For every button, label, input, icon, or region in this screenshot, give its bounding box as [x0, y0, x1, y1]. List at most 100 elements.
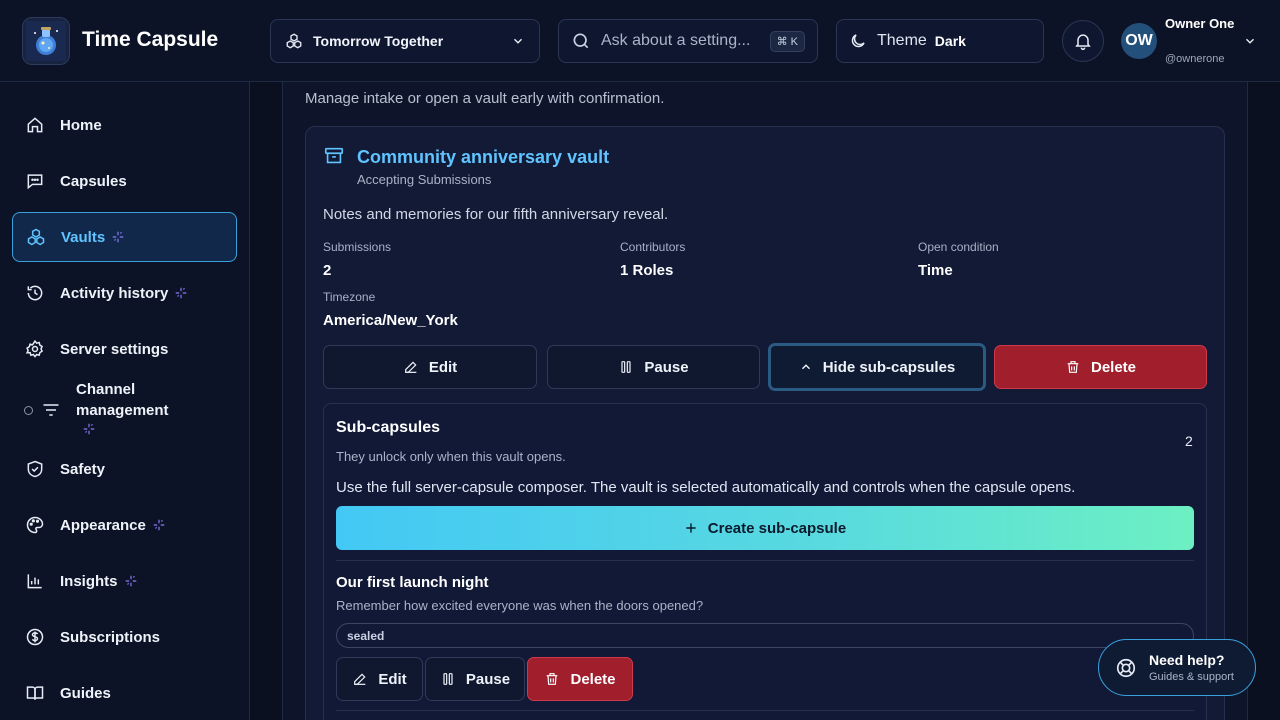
avatar[interactable]: OW	[1121, 23, 1157, 59]
sub-capsule-title: Our first launch night	[336, 574, 489, 591]
pencil-icon	[354, 673, 366, 685]
need-help-button[interactable]: Need help? Guides & support	[1098, 639, 1256, 696]
filter-lines-icon	[40, 399, 62, 421]
search-shortcut: ⌘ K	[769, 30, 805, 52]
sidebar-item-activity-history[interactable]: Activity history	[12, 268, 237, 318]
search-placeholder: Ask about a setting...	[601, 32, 751, 49]
home-icon	[24, 114, 46, 136]
collapse-dot-icon	[24, 405, 33, 415]
bell-icon	[1075, 34, 1091, 51]
button-label: Delete	[570, 670, 616, 688]
sidebar-item-server-settings[interactable]: Server settings	[12, 324, 237, 374]
sidebar-item-insights[interactable]: Insights	[12, 556, 237, 606]
theme-value: Dark	[934, 33, 966, 49]
server-select[interactable]: Tomorrow Together	[270, 19, 540, 63]
shield-check-icon	[24, 458, 46, 480]
sub-capsule-description: Remember how excited everyone was when t…	[336, 598, 704, 613]
sparkle-icon	[152, 518, 166, 532]
settings-search[interactable]: Ask about a setting... ⌘ K	[558, 19, 818, 63]
user-handle: @ownerone	[1165, 53, 1225, 65]
user-name[interactable]: Owner One	[1165, 14, 1235, 33]
button-label: Pause	[644, 358, 689, 376]
trash-icon	[547, 673, 558, 685]
sidebar-item-label: Subscriptions	[60, 628, 161, 646]
gear-icon	[24, 338, 46, 360]
open-condition-label: Open condition	[918, 240, 999, 254]
sub-capsules-title: Sub-capsules	[336, 419, 441, 436]
archive-icon	[323, 145, 345, 172]
timezone-label: Timezone	[323, 290, 376, 304]
delete-sub-capsule-button[interactable]: Delete	[527, 657, 633, 701]
divider	[336, 710, 1194, 711]
submissions-value: 2	[323, 262, 332, 279]
chevron-down-icon	[514, 38, 522, 44]
pause-icon	[621, 361, 631, 373]
sidebar-item-vaults[interactable]: Vaults	[12, 212, 237, 262]
sidebar-item-appearance[interactable]: Appearance	[12, 500, 237, 550]
sub-capsules-help: Use the full server-capsule composer. Th…	[336, 479, 1076, 496]
top-header: Time Capsule Tomorrow Together Ask about…	[0, 0, 1280, 82]
button-label: Delete	[1090, 358, 1137, 376]
panel-subtitle: Manage intake or open a vault early with…	[305, 90, 665, 107]
sub-capsules-count: 2	[1185, 433, 1193, 449]
notifications-button[interactable]	[1062, 20, 1104, 62]
pause-sub-capsule-button[interactable]: Pause	[425, 657, 525, 701]
message-square-icon	[24, 170, 46, 192]
button-label: Hide sub-capsules	[822, 358, 956, 376]
theme-label: Theme	[877, 32, 927, 49]
search-icon	[573, 33, 589, 49]
book-open-icon	[24, 682, 46, 704]
boxes-icon	[25, 226, 47, 248]
edit-vault-button[interactable]: Edit	[323, 345, 537, 389]
hide-sub-capsules-button[interactable]: Hide sub-capsules	[768, 343, 986, 391]
chevron-down-icon	[1246, 38, 1254, 44]
moon-icon	[851, 34, 865, 48]
trash-icon	[1067, 361, 1079, 373]
sidebar-item-label: Insights	[60, 572, 118, 590]
vault-title[interactable]: Community anniversary vault	[357, 147, 609, 168]
boxes-icon	[286, 33, 302, 49]
pause-vault-button[interactable]: Pause	[547, 345, 760, 389]
submissions-label: Submissions	[323, 240, 392, 254]
sidebar-item-safety[interactable]: Safety	[12, 444, 237, 494]
divider	[336, 560, 1194, 561]
sidebar-item-label: Server settings	[60, 340, 169, 358]
edit-sub-capsule-button[interactable]: Edit	[336, 657, 423, 701]
sidebar-item-subscriptions[interactable]: Subscriptions	[12, 612, 237, 662]
plus-icon	[686, 523, 696, 533]
potion-bottle-icon	[26, 21, 66, 61]
sidebar-item-guides[interactable]: Guides	[12, 668, 237, 718]
sidebar-item-capsules[interactable]: Capsules	[12, 156, 237, 206]
delete-vault-button[interactable]: Delete	[994, 345, 1207, 389]
theme-toggle[interactable]: Theme Dark	[836, 19, 1044, 63]
sidebar-item-label: Vaults	[61, 228, 106, 246]
vault-status: Accepting Submissions	[357, 172, 492, 187]
sidebar-item-text: Channel management	[76, 380, 169, 419]
lifebuoy-icon	[1116, 658, 1136, 677]
contributors-value: 1 Roles	[620, 262, 674, 279]
sidebar-item-label: Capsules	[60, 172, 127, 190]
create-sub-capsule-button[interactable]: Create sub-capsule	[336, 506, 1194, 550]
sparkle-icon	[124, 574, 138, 588]
user-menu-chevron[interactable]	[1243, 34, 1257, 53]
server-name: Tomorrow Together	[313, 33, 444, 49]
dollar-circle-icon	[24, 626, 46, 648]
sidebar-item-label: Activity history	[60, 284, 169, 302]
status-badge: sealed	[336, 623, 1194, 648]
help-text: Need help? Guides & support	[1149, 652, 1234, 683]
open-condition-value: Time	[918, 262, 953, 279]
sparkle-icon	[174, 286, 188, 300]
sidebar-item-home[interactable]: Home	[12, 100, 237, 150]
app-logo[interactable]	[22, 17, 70, 65]
button-label: Edit	[428, 358, 458, 376]
app-title: Time Capsule	[82, 28, 219, 51]
button-label: Edit	[378, 670, 407, 688]
help-subtitle: Guides & support	[1149, 671, 1234, 683]
sidebar-item-label: Safety	[60, 460, 106, 478]
sidebar-item-channel-management[interactable]: Channel management	[12, 379, 237, 441]
palette-icon	[24, 514, 46, 536]
history-icon	[24, 282, 46, 304]
button-label: Create sub-capsule	[707, 519, 847, 537]
sidebar-item-label: Channel management	[76, 379, 186, 442]
vault-description: Notes and memories for our fifth anniver…	[323, 206, 669, 223]
